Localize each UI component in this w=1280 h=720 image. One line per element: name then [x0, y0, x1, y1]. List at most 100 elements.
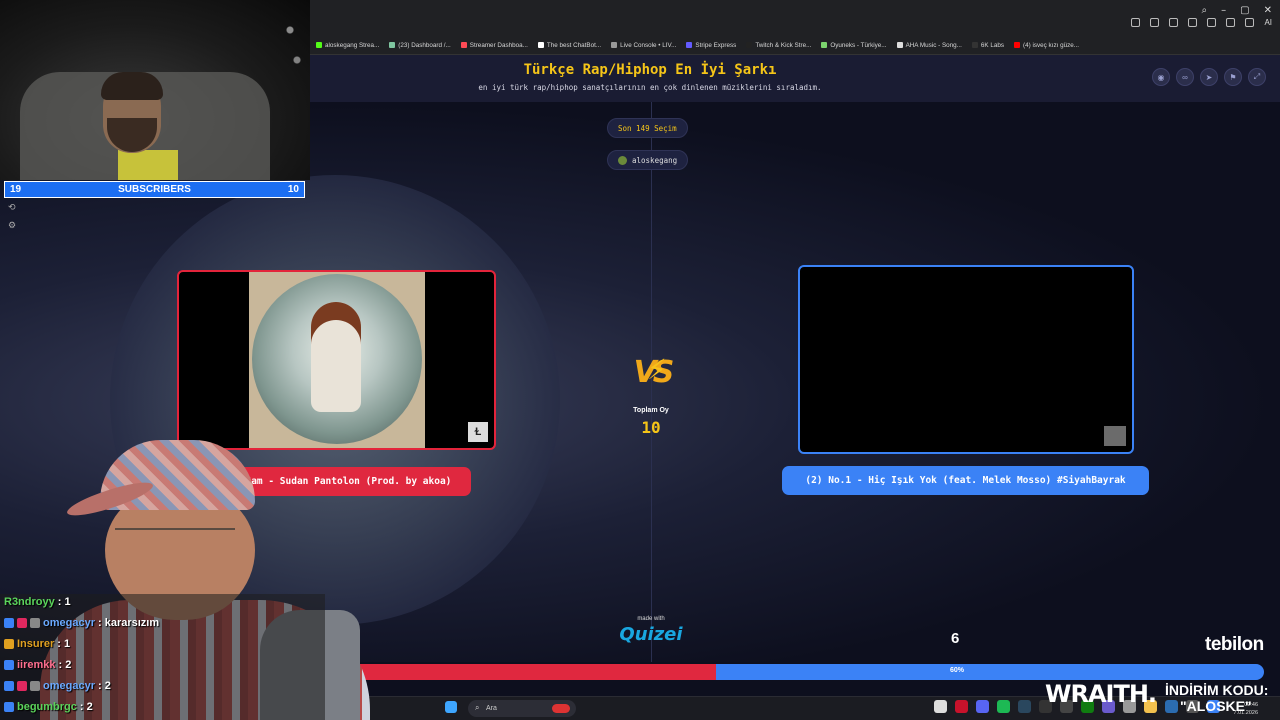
bookmark[interactable]: 6K Labs: [971, 42, 1004, 49]
bookmark[interactable]: The best ChatBot...: [537, 42, 601, 49]
chat-message: omegacyr: 2: [4, 680, 111, 692]
close-icon[interactable]: ✕: [1264, 5, 1272, 16]
header-actions: ◉ ∞ ➤ ⚑ ⤢: [1152, 68, 1266, 86]
chat-message: omegacyr: kararsızım: [4, 617, 159, 629]
bookmark[interactable]: AHA Music - Song...: [896, 42, 962, 49]
vote-share-bar: 60%: [350, 664, 1264, 680]
meme-person-glasses: [115, 528, 235, 544]
bookmark[interactable]: Stripe Express: [686, 42, 736, 49]
bookmark-icon: [896, 42, 903, 48]
search-highlight-icon: [552, 704, 570, 713]
bookmark[interactable]: Oyuneks - Türkiye...: [821, 42, 887, 49]
chat-message: begumbrgc: 2: [4, 701, 93, 713]
windows-start-icon[interactable]: [445, 701, 457, 713]
badge-icon: [17, 618, 27, 628]
bookmark-icon: [1014, 42, 1021, 48]
gear-icon[interactable]: ⚙: [8, 220, 16, 231]
subscriber-goal: 19 SUBSCRIBERS 10: [4, 181, 305, 198]
badge-icon: [4, 618, 14, 628]
search-icon: ⌕: [475, 703, 480, 712]
wraith-logo: WRAITH.: [1045, 680, 1157, 708]
extension-icon[interactable]: [1131, 18, 1141, 27]
webcam-overlay: [0, 0, 310, 180]
maximize-icon[interactable]: ▢: [1240, 5, 1249, 16]
sponsor-logo: tebilon: [1205, 634, 1264, 655]
extension-icon[interactable]: [1169, 18, 1179, 27]
bookmark-icon: [611, 42, 618, 48]
channel-logo-icon: [1104, 426, 1126, 446]
webcam-streamer-hair: [101, 72, 163, 100]
extension-icon[interactable]: [1226, 18, 1236, 27]
bookmarks-bar: aloskegang Strea... (23) Dashboard /... …: [310, 36, 1280, 55]
badge-icon: [30, 681, 40, 691]
bookmark-icon: [746, 42, 753, 48]
discord-icon[interactable]: [976, 700, 989, 713]
bookmark-icon: [316, 42, 322, 48]
extension-icons: AI: [1131, 18, 1272, 27]
chat-message: iiremkk: 2: [4, 659, 71, 671]
opera-icon[interactable]: [955, 700, 968, 713]
badge-icon: [30, 618, 40, 628]
discount-code: "ALOSKE": [1180, 698, 1252, 714]
flag-icon[interactable]: ⚑: [1224, 68, 1242, 86]
quizei-logo[interactable]: Quizei: [615, 624, 687, 645]
spotify-icon[interactable]: [997, 700, 1010, 713]
album-cover: [249, 272, 425, 448]
discount-label: İNDİRİM KODU:: [1165, 682, 1269, 698]
extension-icon[interactable]: [1150, 18, 1160, 27]
total-votes-count: 10: [641, 418, 661, 437]
ai-button[interactable]: AI: [1264, 18, 1272, 27]
minimize-icon[interactable]: –: [1221, 5, 1226, 16]
webcam-lights: [275, 0, 310, 90]
eye-icon[interactable]: ◉: [1152, 68, 1170, 86]
right-option-button[interactable]: (2) No.1 - Hiç Işık Yok (feat. Melek Mos…: [782, 466, 1149, 495]
channel-logo-icon: Ɫ: [468, 422, 488, 442]
bookmark-icon: [686, 42, 693, 48]
bookmark-icon: [537, 42, 544, 48]
badge-icon: [4, 660, 14, 670]
bookmark-icon: [971, 42, 978, 48]
steam-icon[interactable]: [1018, 700, 1031, 713]
left-option-media[interactable]: Ɫ: [177, 270, 496, 450]
extension-icon[interactable]: [1188, 18, 1198, 27]
made-with-label: made with: [637, 616, 665, 622]
expand-icon[interactable]: ⤢: [1248, 68, 1266, 86]
bookmark[interactable]: Twitch & Kick Stre...: [746, 42, 811, 49]
search-tabs-icon[interactable]: ⌕: [1202, 5, 1208, 16]
webcam-streamer-shirt: [118, 150, 178, 180]
avatar: [618, 155, 627, 165]
page-title: Türkçe Rap/Hiphop En İyi Şarkı: [523, 62, 777, 78]
share-icon[interactable]: ➤: [1200, 68, 1218, 86]
window-controls: ⌕ – ▢ ✕: [1202, 5, 1272, 16]
taskbar-search[interactable]: ⌕ Ara: [468, 700, 576, 717]
app-icon[interactable]: [1165, 700, 1178, 713]
vote-share-percent: 60%: [949, 667, 964, 674]
bookmark[interactable]: aloskegang Strea...: [316, 42, 379, 49]
bookmark[interactable]: Live Console • LIV...: [611, 42, 676, 49]
extension-icon[interactable]: [1207, 18, 1217, 27]
lightning-icon: ⚡: [647, 353, 667, 386]
creator-pill[interactable]: aloskegang: [607, 150, 689, 170]
extension-icon[interactable]: [1245, 18, 1255, 27]
taskbar-start: [445, 701, 457, 713]
crown-icon: [4, 639, 14, 649]
right-score: 6: [951, 630, 960, 647]
history-icon[interactable]: ⟲: [8, 202, 16, 213]
badge-icon: [17, 681, 27, 691]
taskview-icon[interactable]: [934, 700, 947, 713]
round-pill: Son 149 Seçim: [607, 118, 688, 138]
bookmark[interactable]: Streamer Dashboa...: [460, 42, 528, 49]
bookmark-icon: [389, 42, 396, 48]
vs-icon: VS ⚡: [633, 353, 675, 390]
album-figure: [311, 302, 361, 412]
page-subtitle: en iyi türk rap/hiphop sanatçılarının en…: [478, 83, 822, 92]
chat-message: R3ndroyy: 1: [4, 596, 71, 608]
bookmark[interactable]: (23) Dashboard /...: [389, 42, 451, 49]
right-option-media[interactable]: [798, 265, 1134, 454]
badge-icon: [4, 702, 14, 712]
bookmark-icon: [821, 42, 828, 48]
total-votes-label: Toplam Oy: [633, 407, 669, 414]
link-icon[interactable]: ∞: [1176, 68, 1194, 86]
bookmark[interactable]: (4) isveç kızı güze...: [1014, 42, 1079, 49]
bookmark-icon: [460, 42, 467, 48]
